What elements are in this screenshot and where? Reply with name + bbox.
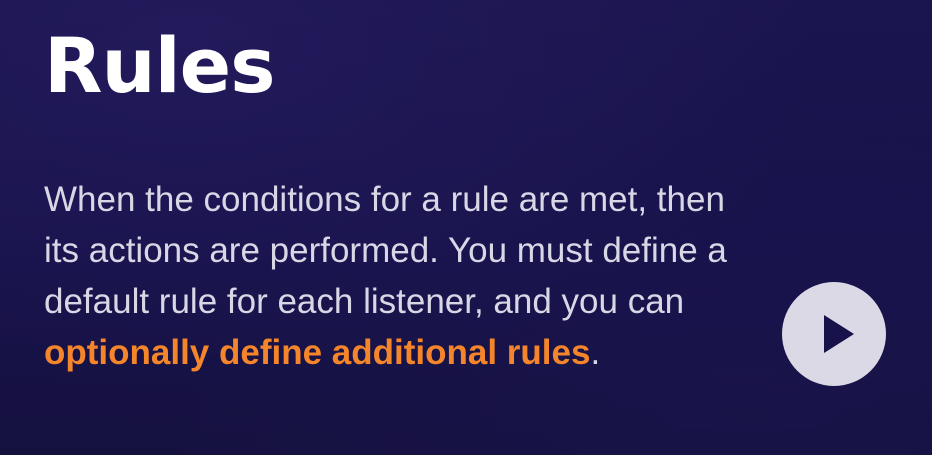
video-slide: Rules When the conditions for a rule are… [0, 0, 932, 455]
body-line-3: default rule for each listener, and you … [44, 282, 685, 321]
highlighted-phrase: optionally define additional rules [44, 333, 591, 372]
play-button[interactable] [782, 282, 886, 386]
play-icon [824, 315, 854, 353]
body-trailing-period: . [590, 333, 601, 372]
body-line-1: When the conditions for a rule are met, … [44, 180, 725, 219]
body-line-2: its actions are performed. You must defi… [44, 231, 727, 270]
slide-title: Rules [44, 21, 275, 110]
slide-body-text: When the conditions for a rule are met, … [44, 174, 834, 378]
